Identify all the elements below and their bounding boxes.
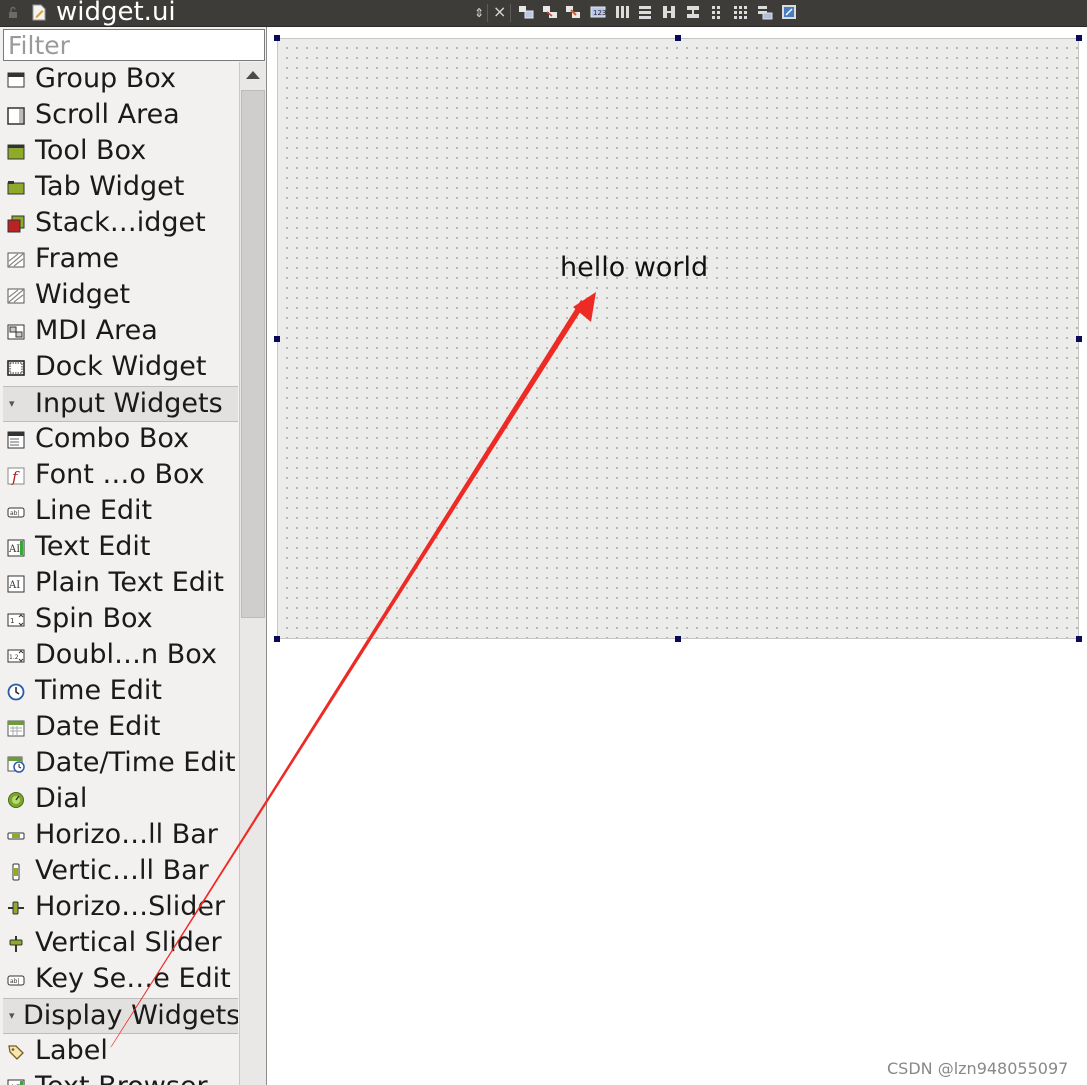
annotation-arrow-shaft	[110, 300, 586, 1048]
annotation-arrow	[110, 292, 596, 1048]
watermark: CSDN @lzn948055097	[887, 1059, 1069, 1078]
